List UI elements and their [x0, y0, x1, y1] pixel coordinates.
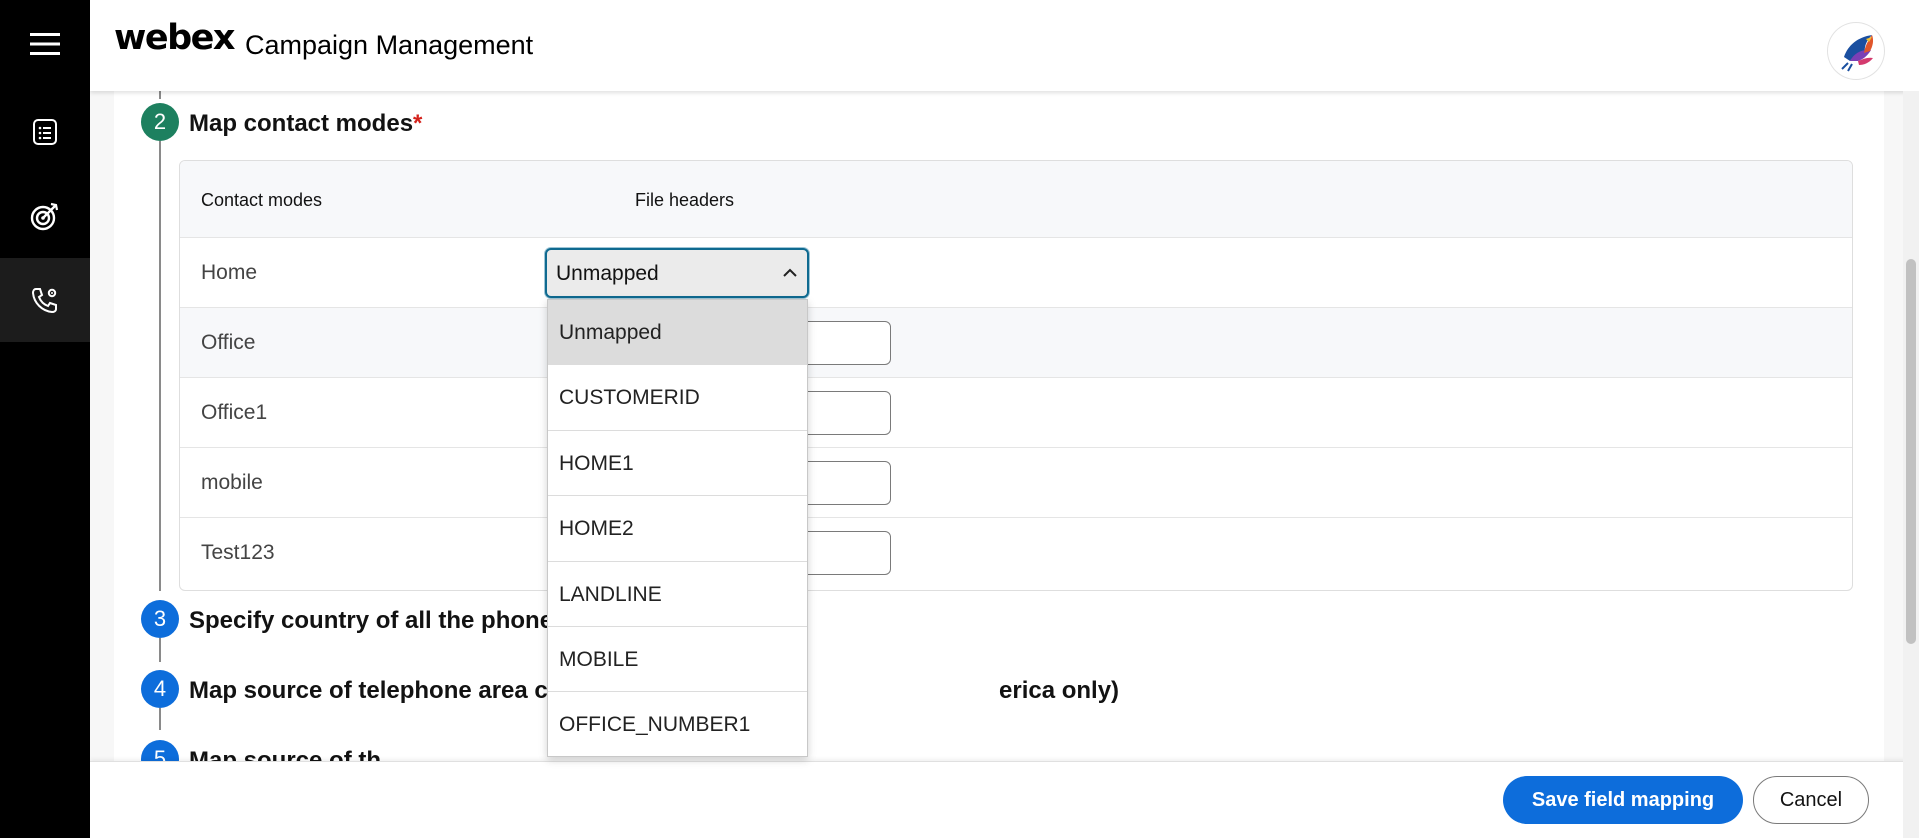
app-title: Campaign Management	[245, 30, 534, 60]
sidebar-item-lists[interactable]	[0, 90, 90, 174]
cancel-button[interactable]: Cancel	[1753, 776, 1869, 824]
avatar[interactable]	[1828, 23, 1884, 79]
step-4-title-tail: erica only)	[999, 677, 1120, 704]
dropdown-option[interactable]: LANDLINE	[548, 562, 807, 627]
contact-mode-label: Test123	[201, 541, 275, 564]
save-field-mapping-button[interactable]: Save field mapping	[1503, 776, 1743, 824]
step-3-badge: 3	[141, 600, 179, 638]
file-header-dropdown: Unmapped CUSTOMERID HOME1 HOME2 LANDLINE…	[547, 299, 808, 757]
column-header-file-headers: File headers	[635, 190, 735, 210]
sidebar	[0, 0, 90, 838]
dropdown-option[interactable]: Unmapped	[548, 300, 807, 366]
step-2-badge: 2	[141, 103, 179, 141]
table-row: Test123	[180, 518, 1852, 588]
step-5-title: Map source of th	[189, 747, 382, 761]
sidebar-item-campaigns[interactable]	[0, 174, 90, 258]
phone-settings-icon	[31, 288, 57, 314]
step-connector	[159, 638, 161, 662]
contact-mode-label: mobile	[201, 471, 263, 494]
main-content: 2 Map contact modes* Contact modes File …	[90, 91, 1919, 761]
dropdown-option[interactable]: CUSTOMERID	[548, 365, 807, 431]
required-mark: *	[413, 110, 423, 137]
column-header-contact-modes: Contact modes	[201, 190, 323, 210]
table-row: Home	[180, 238, 1852, 308]
select-value: Unmapped	[556, 262, 659, 285]
step-connector	[159, 141, 161, 591]
webex-logo: webex	[114, 18, 235, 58]
footer-bar: Save field mapping Cancel	[90, 761, 1919, 838]
mapping-card: 2 Map contact modes* Contact modes File …	[114, 91, 1884, 761]
contact-mode-label: Office1	[201, 401, 268, 424]
table-header: Contact modes File headers	[180, 161, 1852, 238]
scrollbar-thumb[interactable]	[1906, 259, 1916, 644]
target-icon	[30, 202, 59, 231]
dropdown-option[interactable]: HOME2	[548, 496, 807, 562]
home-file-header-select[interactable]: Unmapped	[545, 248, 809, 298]
table-row: Office	[180, 308, 1852, 378]
dropdown-option[interactable]: HOME1	[548, 431, 807, 497]
chevron-up-icon	[783, 268, 797, 277]
step-4-badge: 4	[141, 670, 179, 708]
menu-icon	[30, 33, 60, 55]
vertical-scrollbar[interactable]	[1903, 91, 1919, 838]
bird-logo-icon	[1841, 35, 1874, 72]
sidebar-item-dialer-settings[interactable]	[0, 258, 90, 342]
step-5-badge: 5	[141, 740, 179, 761]
contact-mode-label: Home	[201, 261, 258, 284]
contact-mode-label: Office	[201, 331, 256, 354]
table-row: Office1	[180, 378, 1852, 448]
step-connector	[159, 91, 161, 99]
contact-modes-table: Contact modes File headers Home Office O…	[179, 160, 1853, 591]
list-icon	[33, 119, 57, 145]
table-row: mobile	[180, 448, 1852, 518]
top-header: webex Campaign Management	[90, 0, 1919, 91]
dropdown-option[interactable]: MOBILE	[548, 627, 807, 693]
step-connector	[159, 708, 161, 730]
menu-button[interactable]	[0, 0, 90, 88]
dropdown-option[interactable]: OFFICE_NUMBER1	[548, 692, 807, 757]
step-2-title: Map contact modes*	[189, 110, 423, 137]
